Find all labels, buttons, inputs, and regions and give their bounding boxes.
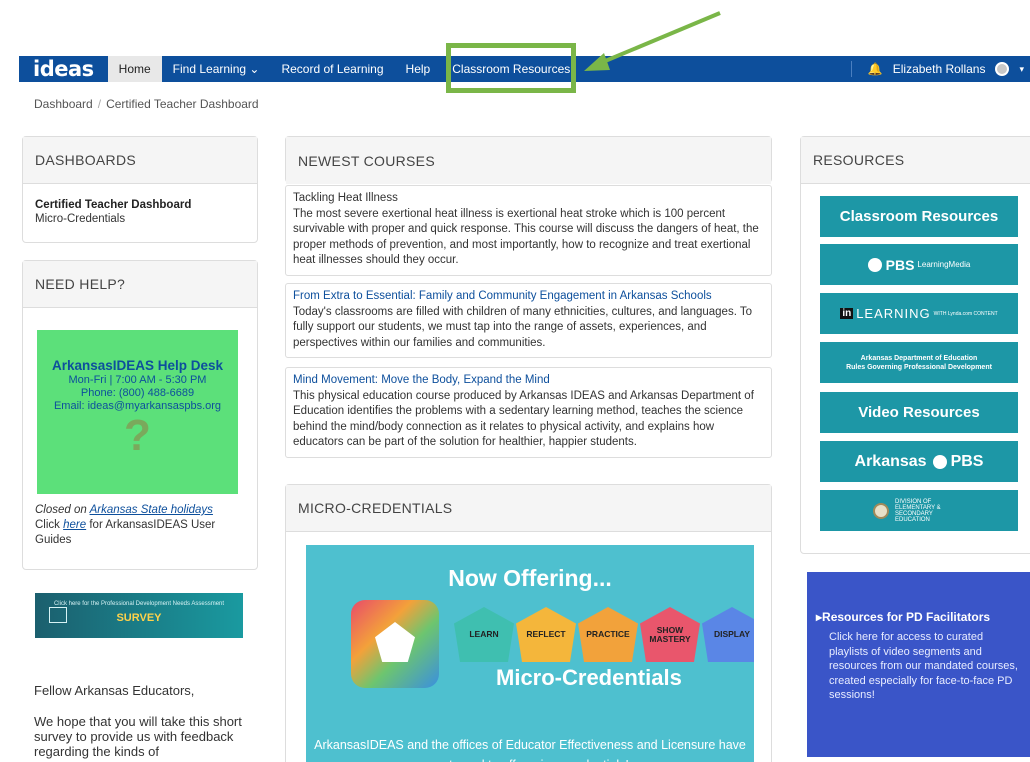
micro-credentials-word: Micro-Credentials [496,665,682,690]
arkansas-pbs-logo-icon [932,454,947,469]
dashboards-title: DASHBOARDS [23,137,257,184]
breadcrumb-dashboard[interactable]: Dashboard [34,97,93,111]
closed-prefix: Closed on [35,504,90,516]
course-title[interactable]: From Extra to Essential: Family and Comm… [293,289,764,305]
now-offering-heading: Now Offering... [448,565,612,591]
pbs-label: PBS [885,256,915,273]
step-practice: PRACTICE [578,607,638,662]
micro-credentials-steps: LEARN REFLECT PRACTICE SHOW MASTERY DISP… [454,607,754,662]
course-description: The most severe exertional heat illness … [293,207,759,267]
micro-credentials-banner[interactable]: Now Offering... LEARN REFLECT PRACTICE S… [306,545,754,762]
arkansas-pbs-label: Arkansas [854,452,927,470]
linkedin-icon: in [840,308,854,319]
step-learn: LEARN [454,607,514,662]
pbs-logo-icon [867,257,882,272]
resource-dese[interactable]: DIVISION OF ELEMENTARY & SECONDARY EDUCA… [820,490,1018,531]
micro-credentials-logo [351,600,439,688]
step-reflect: REFLECT [516,607,576,662]
help-desk-card[interactable]: ArkansasIDEAS Help Desk Mon-Fri | 7:00 A… [37,330,238,494]
user-caret-icon[interactable]: ▾ [1019,64,1024,75]
user-guides-link[interactable]: here [63,519,86,531]
resource-arkansas-pbs[interactable]: Arkansas PBS [820,441,1018,482]
dashboards-panel: DASHBOARDS Certified Teacher Dashboard M… [22,136,258,243]
help-desk-phone: Phone: (800) 488-6689 [80,387,195,399]
breadcrumb-current: Certified Teacher Dashboard [106,97,259,111]
nav-find-learning[interactable]: Find Learning ⌄ [162,56,271,82]
user-menu-name[interactable]: Elizabeth Rollans [893,62,986,76]
dashboard-link-micro[interactable]: Micro-Credentials [35,212,245,226]
dese-seal-icon [873,502,889,519]
step-show-mastery: SHOW MASTERY [640,607,700,662]
step-display: DISPLAY [702,607,754,662]
pd-facilitators-card[interactable]: ▸Resources for PD Facilitators Click her… [807,572,1030,757]
survey-icon [49,607,67,623]
dese-label: DIVISION OF ELEMENTARY & SECONDARY EDUCA… [895,498,941,523]
resource-pbs-learningmedia[interactable]: PBS LearningMedia [820,244,1018,285]
breadcrumb: Dashboard / Certified Teacher Dashboard [34,97,259,111]
survey-banner[interactable]: Click here for the Professional Developm… [35,593,243,638]
resources-title: RESOURCES [801,137,1030,184]
question-mark-icon: ? [124,411,151,460]
resource-video-resources[interactable]: Video Resources [820,392,1018,433]
state-holidays-link[interactable]: Arkansas State holidays [90,504,213,516]
need-help-title: NEED HELP? [23,261,257,308]
linkedin-sub-label: WITH Lynda.com CONTENT [933,310,998,317]
resource-classroom-resources[interactable]: Classroom Resources [820,196,1018,237]
help-desk-hours: Mon-Fri | 7:00 AM - 5:30 PM [68,374,207,386]
linkedin-label: LEARNING [856,306,931,321]
fellow-greeting: Fellow Arkansas Educators, [34,683,195,698]
pd-facilitators-body: Click here for access to curated playlis… [829,631,1018,701]
nav-divider [850,61,852,77]
dashboard-link-certified[interactable]: Certified Teacher Dashboard [35,199,191,211]
nav-find-learning-label: Find Learning [172,62,247,76]
need-help-panel: NEED HELP? ArkansasIDEAS Help Desk Mon-F… [22,260,258,570]
course-title[interactable]: Tackling Heat Illness [293,191,764,207]
survey-caption: Click here for the Professional Developm… [53,601,225,607]
ade-rules-line1: Arkansas Department of Education [860,354,978,362]
pbs-sub-label: LearningMedia [917,260,971,269]
nav-user-area: 🔔 Elizabeth Rollans ▾ [850,61,1030,77]
resource-ade-rules[interactable]: Arkansas Department of Education Rules Go… [820,342,1018,383]
resources-panel: RESOURCES Classroom Resources PBS Learni… [800,136,1030,554]
arkansas-pbs-label-suffix: PBS [950,452,984,470]
help-desk-title: ArkansasIDEAS Help Desk [51,358,224,373]
course-card[interactable]: From Extra to Essential: Family and Comm… [285,283,772,359]
course-title[interactable]: Mind Movement: Move the Body, Expand the… [293,373,764,389]
breadcrumb-separator: / [97,97,102,111]
nav-record-of-learning[interactable]: Record of Learning [270,56,394,82]
avatar[interactable] [995,62,1010,76]
course-card[interactable]: Mind Movement: Move the Body, Expand the… [285,367,772,458]
newest-courses-panel: NEWEST COURSES [285,136,772,184]
newest-courses-title: NEWEST COURSES [286,137,771,184]
course-description: This physical education course produced … [293,389,754,449]
annotation-highlight-box [446,43,576,93]
survey-intro-text: We hope that you will take this short su… [34,714,242,759]
bell-icon[interactable]: 🔔 [868,62,883,76]
pd-facilitators-title: ▸Resources for PD Facilitators [816,610,991,624]
ideas-logo[interactable]: ideas [19,56,108,82]
course-card[interactable]: Tackling Heat Illness The most severe ex… [285,185,772,276]
micro-credentials-title: MICRO-CREDENTIALS [286,485,771,532]
resource-linkedin-learning[interactable]: in LEARNING WITH Lynda.com CONTENT [820,293,1018,334]
ade-rules-line2: Rules Governing Professional Development [846,363,992,371]
micro-credentials-panel: MICRO-CREDENTIALS Now Offering... LEARN … [285,484,772,762]
click-prefix: Click [35,519,64,531]
nav-help[interactable]: Help [395,56,442,82]
help-notes: Closed on Arkansas State holidays Click … [35,503,245,548]
course-description: Today's classrooms are filled with child… [293,305,753,349]
micro-credentials-description: ArkansasIDEAS and the offices of Educato… [314,738,746,762]
nav-home[interactable]: Home [107,56,162,82]
chevron-down-icon: ⌄ [249,62,260,76]
